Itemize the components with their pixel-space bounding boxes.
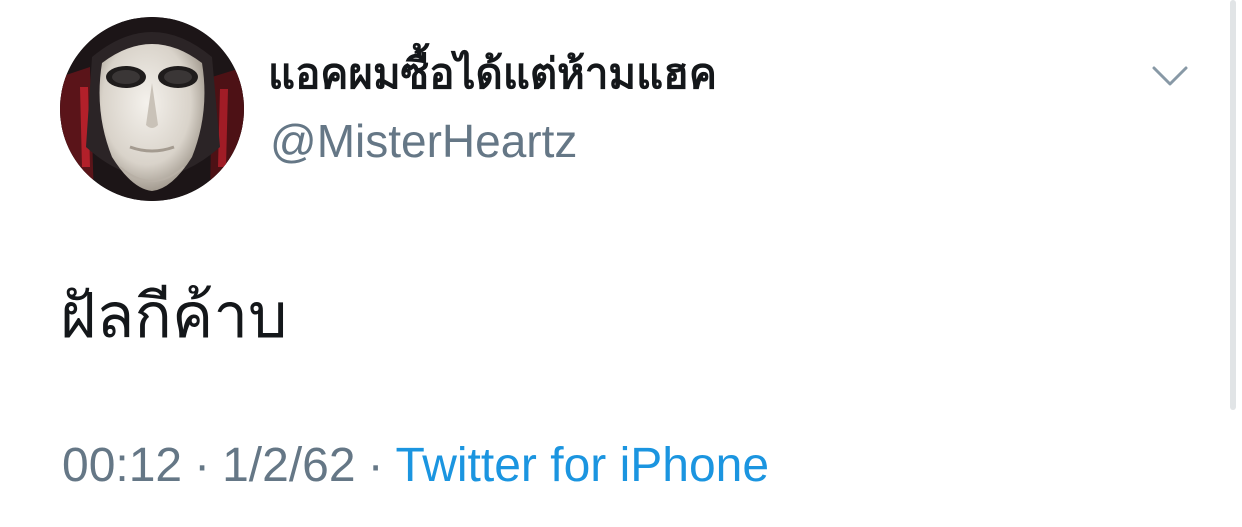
tweet-card: แอคผมซื้อได้แต่ห้ามแฮค @MisterHeartz ฝัล… [0,0,1242,527]
tweet-source-link[interactable]: Twitter for iPhone [396,439,770,492]
tweet-text: ฝัลกีค้าบ [60,279,288,352]
chevron-down-icon[interactable] [1150,62,1190,92]
user-handle[interactable]: @MisterHeartz [270,113,577,169]
tweet-date[interactable]: 1/2/62 [222,439,355,492]
avatar[interactable] [60,17,244,201]
mask-avatar-image [60,17,244,201]
tweet-time[interactable]: 00:12 [62,439,182,492]
tweet-meta: 00:12 · 1/2/62 · Twitter for iPhone [62,436,769,496]
meta-separator: · [194,439,211,492]
display-name[interactable]: แอคผมซื้อได้แต่ห้ามแฮค [268,44,717,104]
meta-separator: · [367,439,384,492]
scrollbar[interactable] [1230,0,1236,410]
